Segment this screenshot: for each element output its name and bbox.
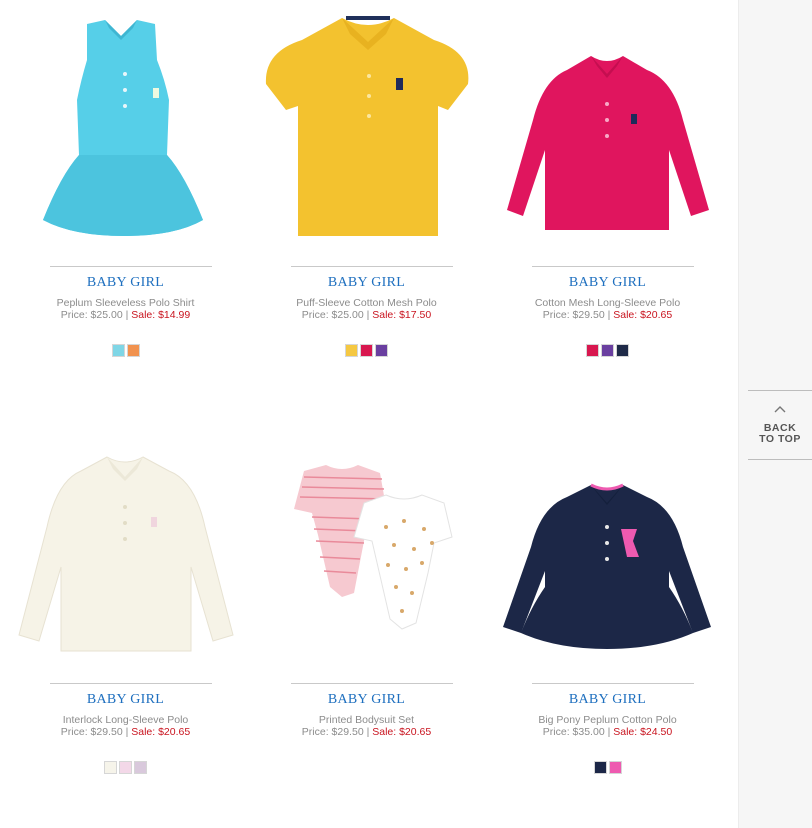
price-separator: |: [125, 726, 129, 738]
product-name[interactable]: Puff-Sleeve Cotton Mesh Polo: [246, 297, 487, 309]
color-swatch[interactable]: [601, 344, 614, 357]
back-to-top-line2: TO TOP: [759, 433, 801, 445]
regular-price: Price: $25.00: [60, 309, 123, 321]
price-separator: |: [125, 309, 129, 321]
product-image[interactable]: [5, 417, 246, 667]
color-swatch[interactable]: [126, 344, 140, 357]
back-to-top-label: BACK TO TOP: [748, 423, 812, 445]
color-swatch[interactable]: [345, 344, 358, 357]
chevron-up-icon: [774, 406, 786, 413]
divider: [50, 683, 212, 684]
product-name[interactable]: Interlock Long-Sleeve Polo: [5, 714, 246, 726]
color-swatch[interactable]: [119, 761, 132, 774]
product-brand[interactable]: BABY GIRL: [246, 275, 487, 291]
color-swatch[interactable]: [375, 344, 388, 357]
product-brand[interactable]: BABY GIRL: [487, 692, 728, 708]
divider: [291, 683, 453, 684]
regular-price: Price: $29.50: [60, 726, 123, 738]
price-line: Price: $29.50 | Sale: $20.65: [487, 309, 728, 321]
sale-price: Sale: $14.99: [131, 309, 191, 321]
color-swatch[interactable]: [586, 344, 599, 357]
product-image[interactable]: [246, 417, 487, 667]
color-swatches: [487, 761, 728, 774]
price-line: Price: $29.50 | Sale: $20.65: [246, 726, 487, 738]
color-swatches: [5, 344, 246, 357]
product-name[interactable]: Peplum Sleeveless Polo Shirt: [5, 297, 246, 309]
regular-price: Price: $29.50: [542, 309, 605, 321]
color-swatch[interactable]: [593, 761, 607, 774]
product-brand[interactable]: BABY GIRL: [487, 275, 728, 291]
price-separator: |: [607, 309, 611, 321]
sale-price: Sale: $24.50: [613, 726, 673, 738]
divider: [532, 683, 694, 684]
product-image[interactable]: [5, 0, 246, 250]
product-image[interactable]: [487, 417, 728, 667]
product-image[interactable]: [487, 0, 728, 250]
regular-price: Price: $35.00: [542, 726, 605, 738]
price-separator: |: [366, 309, 370, 321]
regular-price: Price: $29.50: [301, 726, 364, 738]
price-line: Price: $29.50 | Sale: $20.65: [5, 726, 246, 738]
product-name[interactable]: Cotton Mesh Long-Sleeve Polo: [487, 297, 728, 309]
divider: [532, 266, 694, 267]
color-swatch[interactable]: [104, 761, 117, 774]
product-image[interactable]: [246, 0, 487, 250]
price-line: Price: $35.00 | Sale: $24.50: [487, 726, 728, 738]
sale-price: Sale: $20.65: [613, 309, 673, 321]
price-separator: |: [607, 726, 611, 738]
price-separator: |: [366, 726, 370, 738]
color-swatch[interactable]: [134, 761, 147, 774]
color-swatch[interactable]: [616, 344, 629, 357]
product-brand[interactable]: BABY GIRL: [5, 692, 246, 708]
sale-price: Sale: $20.65: [372, 726, 432, 738]
regular-price: Price: $25.00: [301, 309, 364, 321]
color-swatch[interactable]: [111, 344, 125, 357]
color-swatch[interactable]: [360, 344, 373, 357]
color-swatches: [5, 761, 246, 774]
color-swatches: [246, 344, 487, 357]
back-to-top-button[interactable]: BACK TO TOP: [748, 390, 812, 460]
divider: [50, 266, 212, 267]
divider: [291, 266, 453, 267]
color-swatches: [487, 344, 728, 357]
sale-price: Sale: $20.65: [131, 726, 191, 738]
product-brand[interactable]: BABY GIRL: [5, 275, 246, 291]
product-grid: BABY GIRL Peplum Sleeveless Polo Shirt P…: [0, 0, 738, 828]
sale-price: Sale: $17.50: [372, 309, 432, 321]
price-line: Price: $25.00 | Sale: $17.50: [246, 309, 487, 321]
color-swatch[interactable]: [608, 761, 622, 774]
product-name[interactable]: Big Pony Peplum Cotton Polo: [487, 714, 728, 726]
product-brand[interactable]: BABY GIRL: [246, 692, 487, 708]
product-name[interactable]: Printed Bodysuit Set: [246, 714, 487, 726]
price-line: Price: $25.00 | Sale: $14.99: [5, 309, 246, 321]
